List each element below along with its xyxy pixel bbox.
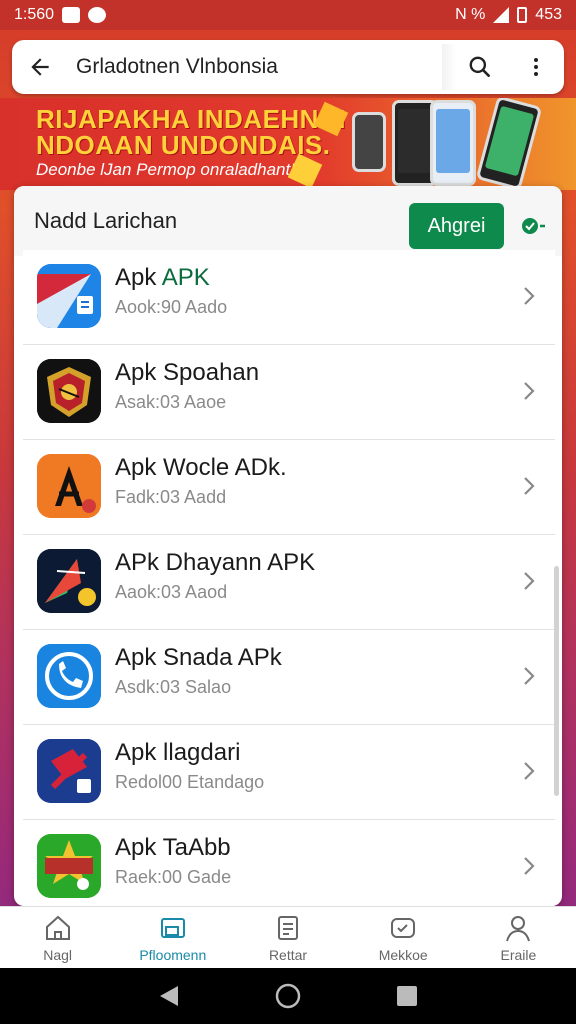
system-recents-button[interactable] bbox=[392, 981, 422, 1011]
list-item[interactable]: Apk llagdari Redol00 Etandago bbox=[23, 725, 555, 820]
app-icon bbox=[37, 549, 101, 613]
chevron-right-icon bbox=[524, 382, 535, 400]
status-battery-text: 453 bbox=[535, 6, 562, 23]
more-options-button[interactable] bbox=[508, 40, 564, 94]
chevron-right-icon bbox=[524, 762, 535, 780]
app-subtitle: Aook:90 Aado bbox=[115, 297, 228, 317]
chevron-right-icon bbox=[524, 477, 535, 495]
chevron-right-icon bbox=[524, 287, 535, 305]
status-bar: 1:560 N % 453 bbox=[0, 0, 576, 30]
app-name: Apk Wocle ADk. bbox=[115, 454, 287, 481]
list-item[interactable]: Apk Spoahan Asak:03 Aaoe bbox=[23, 345, 555, 440]
search-icon bbox=[469, 56, 490, 77]
app-subtitle: Asdk:03 Salao bbox=[115, 677, 232, 697]
app-icon bbox=[37, 359, 101, 423]
app-name: Apk Snada APk bbox=[115, 644, 282, 671]
toolbar-title: Grladotnen Vlnbonsia bbox=[76, 55, 278, 78]
banner-gimbal-image bbox=[352, 112, 386, 172]
app-icon bbox=[37, 834, 101, 898]
notification-icon bbox=[62, 7, 81, 23]
banner-tagline: Deonbe lJan Permop onraladhant! bbox=[36, 160, 295, 179]
app-name: APk Dhayann APK bbox=[115, 549, 316, 576]
app-icon bbox=[37, 739, 101, 803]
toolbar-divider bbox=[442, 44, 456, 90]
app-name: Apk APK bbox=[115, 264, 210, 291]
nav-tab-list[interactable]: Rettar bbox=[230, 907, 345, 968]
list-icon bbox=[278, 915, 298, 940]
nav-label: Nagl bbox=[43, 946, 72, 963]
nav-tab-messages[interactable]: Mekkoe bbox=[346, 907, 461, 968]
arrow-back-icon bbox=[31, 58, 49, 76]
chevron-right-icon bbox=[524, 572, 535, 590]
more-vert-icon bbox=[534, 58, 538, 76]
list-item[interactable]: Apk Wocle ADk. Fadk:03 Aadd bbox=[23, 440, 555, 535]
app-icon bbox=[37, 454, 101, 518]
search-button[interactable] bbox=[452, 40, 508, 94]
app-subtitle: Fadk:03 Aadd bbox=[115, 487, 227, 507]
list-item[interactable]: Apk APK Aook:90 Aado bbox=[23, 250, 555, 345]
nav-tab-home[interactable]: Nagl bbox=[0, 907, 115, 968]
app-subtitle: Redol00 Etandago bbox=[115, 772, 265, 792]
system-navigation-bar bbox=[0, 968, 576, 1024]
app-icon bbox=[37, 644, 101, 708]
app-subtitle: Aaok:03 Aaod bbox=[115, 582, 228, 602]
system-back-button[interactable] bbox=[154, 981, 184, 1011]
message-icon bbox=[391, 917, 416, 938]
toggle-icon bbox=[522, 218, 545, 234]
app-notification-icon bbox=[88, 7, 107, 23]
bottom-navigation: Nagl Pfloomenn Rettar Mekkoe Eraile bbox=[0, 906, 576, 968]
nav-label: Mekkoe bbox=[378, 946, 428, 963]
back-button[interactable] bbox=[12, 40, 68, 94]
nav-label: Eraile bbox=[500, 946, 537, 963]
app-name: Apk TaAbb bbox=[115, 834, 231, 861]
list-item[interactable]: Apk TaAbb Raek:00 Gade bbox=[23, 820, 555, 906]
banner-phone-image bbox=[430, 100, 476, 186]
chevron-right-icon bbox=[524, 667, 535, 685]
app-name: Apk llagdari bbox=[115, 739, 241, 766]
square-recents-icon bbox=[396, 986, 417, 1006]
card-title: Nadd Larichan bbox=[34, 208, 178, 233]
list-item[interactable]: Apk Snada APk Asdk:03 Salao bbox=[23, 630, 555, 725]
home-icon bbox=[45, 915, 70, 940]
nav-label: Rettar bbox=[268, 946, 308, 963]
app-subtitle: Asak:03 Aaoe bbox=[115, 392, 227, 412]
profile-icon bbox=[506, 915, 531, 941]
list-item[interactable]: APk Dhayann APK Aaok:03 Aaod bbox=[23, 535, 555, 630]
system-home-button[interactable] bbox=[273, 981, 303, 1011]
banner-headline-2: NDOAAN UNDONDAIS. bbox=[36, 130, 331, 160]
promo-banner[interactable]: RIJAPAKHA INDAEHNNI NDOAAN UNDONDAIS. De… bbox=[0, 98, 576, 190]
circle-home-icon bbox=[275, 983, 301, 1009]
card-header: Nadd Larichan Ahgrei bbox=[14, 186, 562, 256]
app-icon bbox=[37, 264, 101, 328]
agree-button[interactable]: Ahgrei bbox=[409, 203, 504, 249]
nav-tab-profile[interactable]: Eraile bbox=[461, 907, 576, 968]
app-subtitle: Raek:00 Gade bbox=[115, 867, 232, 887]
app-toolbar: Grladotnen Vlnbonsia bbox=[12, 40, 564, 94]
apps-icon bbox=[160, 917, 185, 938]
app-list-card: Nadd Larichan Ahgrei Apk APK Aook:90 Aad… bbox=[14, 186, 562, 906]
status-time: 1:560 bbox=[14, 6, 55, 23]
banner-phone-image bbox=[475, 98, 543, 190]
nav-tab-apps[interactable]: Pfloomenn bbox=[115, 907, 230, 968]
signal-icon bbox=[493, 7, 510, 23]
app-list: Apk APK Aook:90 Aado Apk Spoahan Asak:03… bbox=[23, 250, 555, 906]
app-name: Apk Spoahan bbox=[115, 359, 260, 386]
header-toggle[interactable] bbox=[519, 212, 547, 240]
chevron-right-icon bbox=[524, 857, 535, 875]
battery-icon bbox=[517, 7, 528, 23]
nav-label: Pfloomenn bbox=[139, 946, 207, 963]
status-indicators: N % bbox=[455, 6, 486, 23]
triangle-back-icon bbox=[160, 986, 179, 1006]
scrollbar[interactable] bbox=[554, 566, 559, 796]
